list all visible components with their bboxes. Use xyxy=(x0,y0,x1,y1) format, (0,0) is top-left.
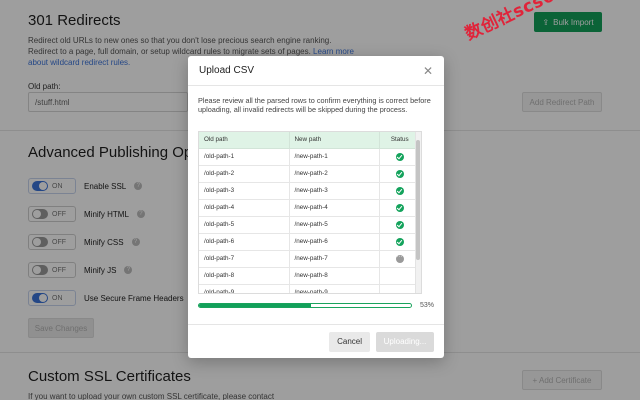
table-row: /old-path-5/new-path-5 xyxy=(199,216,421,234)
old-path-cell: /old-path-5 xyxy=(199,216,290,234)
check-circle-icon xyxy=(395,186,404,195)
table-row: /old-path-1/new-path-1 xyxy=(199,148,421,166)
old-path-cell: /old-path-4 xyxy=(199,199,290,217)
progress-fill xyxy=(199,304,312,307)
old-path-cell: /old-path-9 xyxy=(199,284,290,293)
new-path-cell: /new-path-9 xyxy=(289,284,380,293)
table-row: /old-path-3/new-path-3 xyxy=(199,182,421,200)
new-path-cell: /new-path-6 xyxy=(289,233,380,251)
new-path-cell: /new-path-5 xyxy=(289,216,380,234)
new-path-cell: /new-path-1 xyxy=(289,148,380,166)
modal-title: Upload CSV xyxy=(199,65,255,76)
old-path-cell: /old-path-3 xyxy=(199,182,290,200)
table-row: /old-path-8/new-path-8 xyxy=(199,267,421,285)
check-circle-icon xyxy=(395,203,404,212)
old-path-cell: /old-path-7 xyxy=(199,250,290,268)
table-header-row: Old path New path Status xyxy=(199,132,421,149)
check-circle-icon xyxy=(395,169,404,178)
new-path-cell: /new-path-2 xyxy=(289,165,380,183)
upload-csv-modal: Upload CSV ✕ Please review all the parse… xyxy=(188,56,444,358)
modal-description: Please review all the parsed rows to con… xyxy=(198,96,431,114)
cancel-button[interactable]: Cancel xyxy=(329,331,370,352)
old-path-cell: /old-path-8 xyxy=(199,267,290,285)
more-dots-icon xyxy=(395,253,404,263)
progress-percent: 53% xyxy=(419,302,434,309)
csv-preview-table: Old path New path Status /old-path-1/new… xyxy=(198,131,422,294)
scrollbar-thumb[interactable] xyxy=(416,140,420,260)
old-path-cell: /old-path-2 xyxy=(199,165,290,183)
modal-header: Upload CSV ✕ xyxy=(188,56,444,86)
check-circle-icon xyxy=(395,237,404,246)
new-path-cell: /new-path-3 xyxy=(289,182,380,200)
table-scrollbar[interactable] xyxy=(415,132,421,293)
new-path-cell: /new-path-8 xyxy=(289,267,380,285)
table-row: /old-path-4/new-path-4 xyxy=(199,199,421,217)
table-row: /old-path-7/new-path-7 xyxy=(199,250,421,268)
check-circle-icon xyxy=(395,220,404,229)
old-path-cell: /old-path-1 xyxy=(199,148,290,166)
progress-bar xyxy=(198,303,412,308)
uploading-button[interactable]: Uploading... xyxy=(376,331,434,352)
new-path-cell: /new-path-7 xyxy=(289,250,380,268)
table-row: /old-path-6/new-path-6 xyxy=(199,233,421,251)
column-header-old-path: Old path xyxy=(199,132,290,149)
modal-footer: Cancel Uploading... xyxy=(188,324,444,358)
old-path-cell: /old-path-6 xyxy=(199,233,290,251)
new-path-cell: /new-path-4 xyxy=(289,199,380,217)
upload-progress: 53% xyxy=(198,302,434,309)
table-row: /old-path-9/new-path-9 xyxy=(199,284,421,293)
close-icon[interactable]: ✕ xyxy=(423,64,433,78)
check-circle-icon xyxy=(395,152,404,161)
table-row: /old-path-2/new-path-2 xyxy=(199,165,421,183)
column-header-new-path: New path xyxy=(289,132,380,149)
